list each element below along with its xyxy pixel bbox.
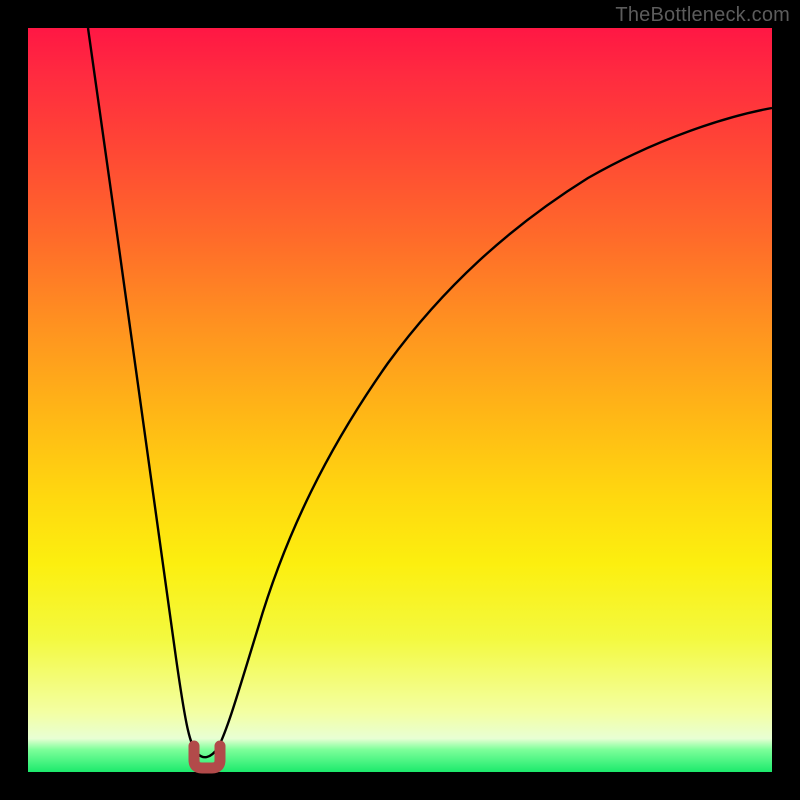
watermark-text: TheBottleneck.com <box>615 4 790 27</box>
bottleneck-curve-path <box>88 28 772 757</box>
bottleneck-chart <box>28 28 772 772</box>
chart-plot-area <box>28 28 772 772</box>
